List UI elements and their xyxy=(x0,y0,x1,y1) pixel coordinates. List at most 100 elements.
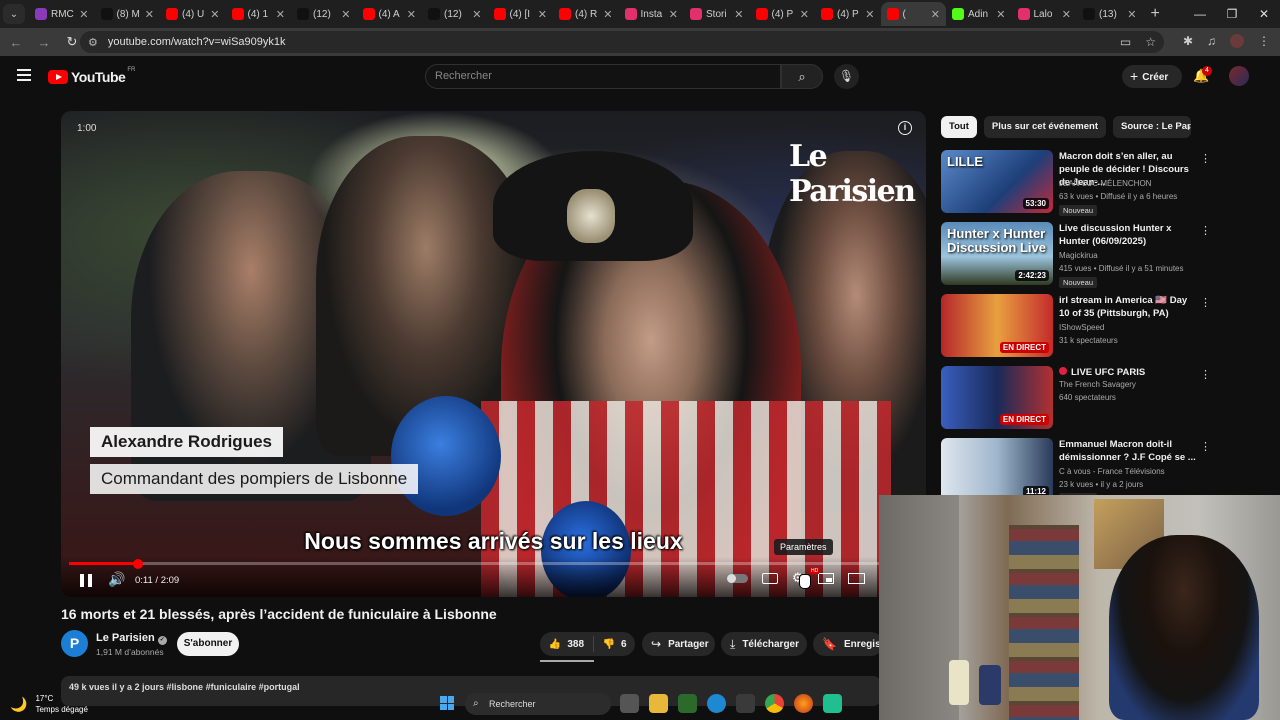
app-icon[interactable] xyxy=(823,694,842,713)
recommended-title[interactable]: irl stream in America 🇺🇸 Day 10 of 35 (P… xyxy=(1059,294,1197,320)
download-button[interactable]: ⤓ Télécharger xyxy=(721,632,807,656)
browser-tab[interactable]: (4) [I ✕ xyxy=(488,2,554,26)
browser-tab[interactable]: (8) M ✕ xyxy=(95,2,161,26)
video-thumbnail[interactable]: EN DIRECT xyxy=(941,294,1053,357)
browser-tab[interactable]: (4) P ✕ xyxy=(815,2,881,26)
channel-name[interactable]: Le Parisien ✓ xyxy=(96,632,167,645)
close-icon[interactable]: ✕ xyxy=(1248,7,1280,21)
browser-tab[interactable]: (4) P ✕ xyxy=(750,2,816,26)
recommended-video[interactable]: EN DIRECT irl stream in America 🇺🇸 Day 10… xyxy=(941,294,1221,366)
microphone-icon[interactable]: 🎙 xyxy=(834,64,859,89)
tab-close-icon[interactable]: ✕ xyxy=(1062,8,1071,21)
autoplay-toggle[interactable] xyxy=(726,573,748,583)
browser-tab[interactable]: (4) R ✕ xyxy=(553,2,619,26)
tab-close-icon[interactable]: ✕ xyxy=(341,8,350,21)
subscribe-button[interactable]: S'abonner xyxy=(177,632,239,656)
tab-close-icon[interactable]: ✕ xyxy=(865,8,874,21)
miniplayer-icon[interactable] xyxy=(817,572,834,584)
task-view-icon[interactable] xyxy=(620,694,639,713)
tab-close-icon[interactable]: ✕ xyxy=(734,8,743,21)
recommended-channel[interactable]: IShowSpeed xyxy=(1059,323,1104,332)
create-button[interactable]: + Créer xyxy=(1122,65,1182,88)
bookmark-star-icon[interactable]: ☆ xyxy=(1145,35,1156,49)
browser-tab[interactable]: (4) 1 ✕ xyxy=(226,2,292,26)
new-tab-button[interactable]: + xyxy=(1151,5,1160,23)
recommended-video[interactable]: EN DIRECT LIVE UFC PARIS The French Savage… xyxy=(941,366,1221,438)
browser-tab[interactable]: (✕ xyxy=(880,2,946,26)
firefox-icon[interactable] xyxy=(794,694,813,713)
tab-close-icon[interactable]: ✕ xyxy=(145,8,154,21)
file-explorer-icon[interactable] xyxy=(649,694,668,713)
subtitles-icon[interactable] xyxy=(762,572,778,584)
filter-chip[interactable]: Plus sur cet événement xyxy=(983,116,1107,138)
browser-tab[interactable]: (12) ✕ xyxy=(422,2,488,26)
browser-tab[interactable]: RMC ✕ xyxy=(29,2,95,26)
video-thumbnail[interactable]: LILLE 53:30 xyxy=(941,150,1053,213)
browser-tab[interactable]: Stori ✕ xyxy=(684,2,750,26)
filter-chip[interactable]: Tout xyxy=(941,116,977,138)
filter-chip[interactable]: Source : Le Pari xyxy=(1113,116,1192,138)
tab-close-icon[interactable]: ✕ xyxy=(276,8,285,21)
edge-icon[interactable] xyxy=(707,694,726,713)
browser-tab[interactable]: (13) ✕ xyxy=(1077,2,1143,26)
recommended-channel[interactable]: The French Savagery xyxy=(1059,380,1136,389)
progress-scrubber[interactable] xyxy=(132,558,143,569)
video-thumbnail[interactable]: EN DIRECT xyxy=(941,366,1053,429)
tab-close-icon[interactable]: ✕ xyxy=(603,8,612,21)
recommended-title[interactable]: LIVE UFC PARIS xyxy=(1059,366,1197,379)
pause-icon[interactable] xyxy=(80,574,92,587)
dislike-button[interactable]: 👎 6 xyxy=(594,639,635,650)
site-info-icon[interactable]: ⚙ xyxy=(88,36,98,49)
progress-bar[interactable] xyxy=(69,558,879,569)
browser-tab[interactable]: (4) A ✕ xyxy=(357,2,423,26)
tab-close-icon[interactable]: ✕ xyxy=(472,8,481,21)
save-button[interactable]: 🔖 Enregistr xyxy=(813,632,888,656)
forward-icon[interactable]: → xyxy=(32,35,56,50)
tab-search-button[interactable]: ⌄ xyxy=(3,4,25,24)
info-icon[interactable]: i xyxy=(898,121,912,135)
chrome-icon[interactable] xyxy=(765,694,784,713)
cast-icon[interactable]: ▭ xyxy=(1120,35,1131,49)
volume-icon[interactable]: 🔊 xyxy=(108,571,125,588)
recommended-video[interactable]: LILLE 53:30 Macron doit s’en aller, au peu… xyxy=(941,150,1221,222)
search-icon[interactable]: ⌕ xyxy=(781,64,823,89)
restore-icon[interactable]: ❐ xyxy=(1216,7,1248,21)
extensions-icon[interactable]: ✱ xyxy=(1183,34,1193,48)
windows-start-icon[interactable] xyxy=(440,696,454,710)
tab-close-icon[interactable]: ✕ xyxy=(669,8,678,21)
minimize-icon[interactable]: — xyxy=(1184,7,1216,21)
share-button[interactable]: ↪ Partager xyxy=(642,632,715,656)
menu-icon[interactable] xyxy=(17,69,31,84)
recommended-video[interactable]: Hunter x Hunter Discussion Live 2:42:23 Li… xyxy=(941,222,1221,294)
chevron-right-icon[interactable]: › xyxy=(1187,120,1191,134)
account-avatar[interactable] xyxy=(1229,66,1249,86)
more-options-icon[interactable]: ⋮ xyxy=(1200,368,1211,381)
media-control-icon[interactable]: ♫ xyxy=(1207,34,1216,48)
tab-close-icon[interactable]: ✕ xyxy=(79,8,88,21)
browser-tab[interactable]: (4) U ✕ xyxy=(160,2,226,26)
tab-close-icon[interactable]: ✕ xyxy=(538,8,547,21)
video-thumbnail[interactable]: 11:12 xyxy=(941,438,1053,501)
more-options-icon[interactable]: ⋮ xyxy=(1200,296,1211,309)
channel-avatar[interactable]: P xyxy=(61,630,88,657)
tab-close-icon[interactable]: ✕ xyxy=(800,8,809,21)
taskbar-weather[interactable]: 🌙 17°C Temps dégagé xyxy=(10,693,88,715)
tab-close-icon[interactable]: ✕ xyxy=(407,8,416,21)
like-button[interactable]: 👍 388 xyxy=(540,636,594,652)
tab-close-icon[interactable]: ✕ xyxy=(1127,8,1136,21)
more-options-icon[interactable]: ⋮ xyxy=(1200,224,1211,237)
recommended-title[interactable]: Live discussion Hunter x Hunter (06/09/2… xyxy=(1059,222,1197,248)
browser-menu-icon[interactable]: ⋮ xyxy=(1258,34,1270,48)
tab-close-icon[interactable]: ✕ xyxy=(210,8,219,21)
browser-tab[interactable]: (12) ✕ xyxy=(291,2,357,26)
url-field[interactable]: ⚙ youtube.com/watch?v=wiSa909yk1k ▭ ☆ xyxy=(80,31,1164,53)
video-thumbnail[interactable]: Hunter x Hunter Discussion Live 2:42:23 xyxy=(941,222,1053,285)
more-options-icon[interactable]: ⋮ xyxy=(1200,440,1211,453)
profile-avatar[interactable] xyxy=(1230,34,1244,48)
browser-tab[interactable]: Insta ✕ xyxy=(619,2,685,26)
browser-tab[interactable]: Lalo ✕ xyxy=(1012,2,1078,26)
recommended-channel[interactable]: C à vous - France Télévisions xyxy=(1059,467,1165,476)
browser-tab[interactable]: Adin ✕ xyxy=(946,2,1012,26)
tab-close-icon[interactable]: ✕ xyxy=(931,8,940,21)
nvidia-icon[interactable] xyxy=(678,694,697,713)
